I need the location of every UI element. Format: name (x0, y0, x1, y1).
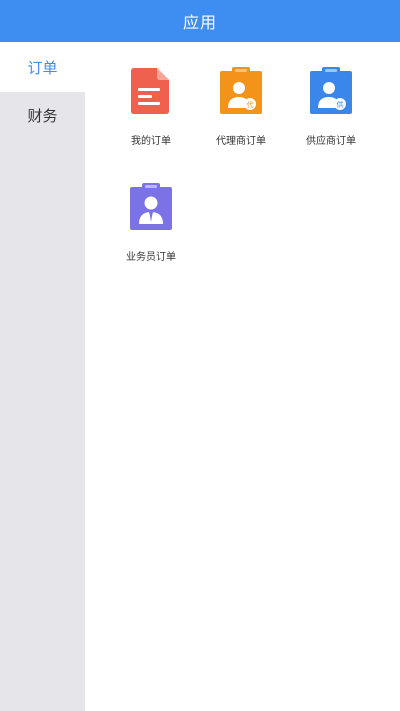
agent-clipboard-icon: 代 (220, 67, 262, 114)
salesman-clipboard-icon (130, 183, 172, 230)
document-icon (131, 68, 169, 114)
header-bar: 应用 (0, 0, 400, 42)
sidebar-item-orders[interactable]: 订单 (0, 42, 85, 92)
app-label: 供应商订单 (306, 136, 356, 147)
app-label: 业务员订单 (126, 252, 176, 263)
app-screen: 应用 订单 财务 我的订单 代 代理商订单 供 供应商订单 业务员订单 (0, 0, 400, 711)
sidebar-item-label: 财务 (27, 106, 58, 125)
app-label: 代理商订单 (216, 136, 266, 147)
sidebar-item-finance[interactable]: 财务 (0, 92, 85, 138)
app-grid: 我的订单 代 代理商订单 供 供应商订单 业务员订单 (85, 42, 400, 711)
svg-text:供: 供 (337, 100, 344, 109)
supplier-clipboard-icon: 供 (310, 67, 352, 114)
page-title: 应用 (182, 13, 217, 32)
sidebar-item-label: 订单 (27, 58, 58, 77)
app-tile-supplier-orders[interactable]: 供 供应商订单 (285, 66, 377, 147)
sidebar: 订单 财务 (0, 42, 85, 711)
svg-text:代: 代 (247, 100, 254, 109)
app-tile-agent-orders[interactable]: 代 代理商订单 (195, 66, 287, 147)
app-tile-my-orders[interactable]: 我的订单 (105, 66, 197, 147)
app-label: 我的订单 (131, 136, 171, 147)
app-tile-salesman-orders[interactable]: 业务员订单 (105, 182, 197, 263)
